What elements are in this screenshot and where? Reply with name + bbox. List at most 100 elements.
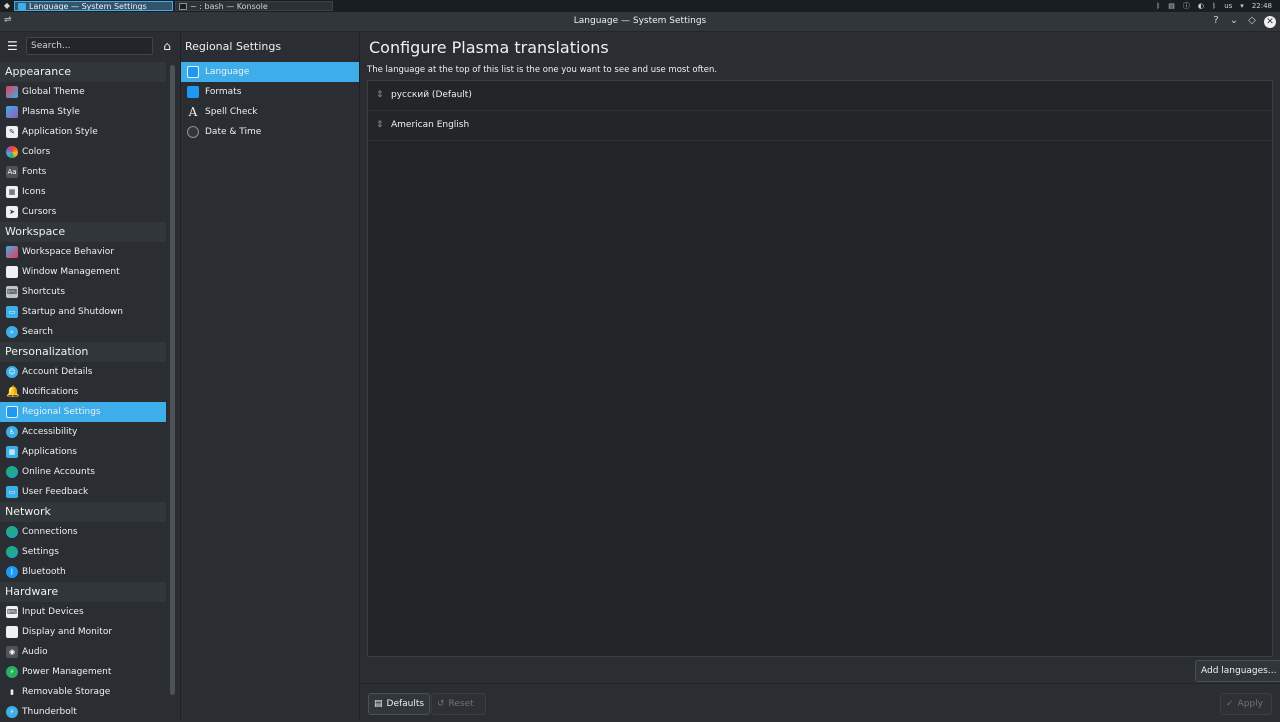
maximize-button[interactable]: ◇ <box>1246 14 1258 28</box>
reset-button[interactable]: ↺ Reset <box>431 693 486 715</box>
sidebar-item-removable-storage[interactable]: ▮ Removable Storage <box>0 682 166 702</box>
tray-expand-icon[interactable]: ▾ <box>1240 2 1244 10</box>
drag-handle-icon[interactable]: ⇕ <box>376 81 384 110</box>
sidebar-item-label: Cursors <box>22 207 57 217</box>
search-input[interactable] <box>26 37 153 55</box>
sidebar-item-label: Accessibility <box>22 427 78 437</box>
sidebar-item-display-monitor[interactable]: Display and Monitor <box>0 622 166 642</box>
sidebar-item-plasma-style[interactable]: Plasma Style <box>0 102 166 122</box>
workspace-behavior-icon <box>6 246 18 258</box>
hamburger-menu-icon[interactable]: ☰ <box>7 40 19 52</box>
subpanel-item-date-time[interactable]: Date & Time <box>181 122 359 142</box>
bluetooth-tray-icon[interactable]: ᛒ <box>1156 2 1160 10</box>
task-system-settings[interactable]: Language — System Settings <box>14 1 173 11</box>
divider <box>360 683 1280 684</box>
sidebar-item-label: Startup and Shutdown <box>22 307 123 317</box>
sidebar-item-label: Application Style <box>22 127 98 137</box>
sidebar-item-label: Audio <box>22 647 48 657</box>
language-icon <box>187 66 199 78</box>
notifications-tray-icon[interactable]: ⓘ <box>1183 1 1190 11</box>
shortcuts-icon: ⌨ <box>6 286 18 298</box>
sidebar-item-network-settings[interactable]: Settings <box>0 542 166 562</box>
display-monitor-icon <box>6 626 18 638</box>
sidebar-item-account-details[interactable]: ☺ Account Details <box>0 362 166 382</box>
help-button[interactable]: ? <box>1210 14 1222 28</box>
sidebar-item-regional-settings[interactable]: Regional Settings <box>0 402 166 422</box>
subpanel-item-label: Date & Time <box>205 127 262 137</box>
sidebar-item-input-devices[interactable]: ⌨ Input Devices <box>0 602 166 622</box>
sidebar-item-notifications[interactable]: 🔔 Notifications <box>0 382 166 402</box>
konsole-icon <box>179 3 187 10</box>
category-workspace: Workspace <box>0 222 166 242</box>
subpanel-item-formats[interactable]: Formats <box>181 82 359 102</box>
sidebar-item-power-management[interactable]: ⚡ Power Management <box>0 662 166 682</box>
subpanel-title: Regional Settings <box>185 40 282 53</box>
spell-check-icon: A <box>188 105 198 119</box>
sidebar-item-label: Shortcuts <box>22 287 66 297</box>
language-row[interactable]: ⇕ русский (Default) <box>368 81 1272 111</box>
sidebar-item-label: Notifications <box>22 387 79 397</box>
minimize-button[interactable]: ⌄ <box>1228 14 1240 28</box>
window-buttons: ? ⌄ ◇ ✕ <box>1210 14 1276 28</box>
category-appearance: Appearance <box>0 62 166 82</box>
application-style-icon: ✎ <box>6 126 18 138</box>
sidebar-item-label: Window Management <box>22 267 120 277</box>
sidebar-item-label: Regional Settings <box>22 407 101 417</box>
kde-launcher-icon[interactable]: ◆ <box>2 1 12 11</box>
sidebar-header: ☰ ⌂ <box>0 32 180 61</box>
keyboard-layout-indicator[interactable]: us <box>1224 2 1232 10</box>
apply-button[interactable]: ✓ Apply <box>1220 693 1272 715</box>
language-label: American English <box>391 120 470 130</box>
drag-handle-icon[interactable]: ⇕ <box>376 111 384 140</box>
sidebar-item-accessibility[interactable]: ♿ Accessibility <box>0 422 166 442</box>
sidebar-item-applications[interactable]: ▦ Applications <box>0 442 166 462</box>
sidebar-item-connections[interactable]: Connections <box>0 522 166 542</box>
home-icon[interactable]: ⌂ <box>160 39 174 53</box>
fonts-icon: Aa <box>6 166 18 178</box>
thunderbolt-icon: ⚡ <box>6 706 18 718</box>
removable-storage-icon: ▮ <box>10 688 14 696</box>
sidebar-item-label: Account Details <box>22 367 93 377</box>
sidebar-item-search[interactable]: ⌕ Search <box>0 322 166 342</box>
plasma-style-icon <box>6 106 18 118</box>
sidebar-item-audio[interactable]: ◉ Audio <box>0 642 166 662</box>
clock[interactable]: 22:48 <box>1252 2 1272 10</box>
defaults-label: Defaults <box>386 699 425 709</box>
sidebar-item-label: Icons <box>22 187 46 197</box>
subpanel-item-label: Language <box>205 67 250 77</box>
sidebar-item-online-accounts[interactable]: Online Accounts <box>0 462 166 482</box>
language-row[interactable]: ⇕ American English <box>368 111 1272 141</box>
sidebar-item-label: User Feedback <box>22 487 89 497</box>
sidebar-item-icons[interactable]: ▦ Icons <box>0 182 166 202</box>
sidebar-item-label: Display and Monitor <box>22 627 113 637</box>
formats-icon <box>187 86 199 98</box>
sidebar-item-user-feedback[interactable]: ▭ User Feedback <box>0 482 166 502</box>
sidebar-item-fonts[interactable]: Aa Fonts <box>0 162 166 182</box>
sidebar-item-bluetooth[interactable]: ᛒ Bluetooth <box>0 562 166 582</box>
category-network: Network <box>0 502 166 522</box>
sidebar-item-startup-shutdown[interactable]: ▭ Startup and Shutdown <box>0 302 166 322</box>
close-button[interactable]: ✕ <box>1264 15 1276 28</box>
sidebar-item-cursors[interactable]: ➤ Cursors <box>0 202 166 222</box>
defaults-icon: ▤ <box>374 699 383 709</box>
sidebar-item-global-theme[interactable]: Global Theme <box>0 82 166 102</box>
sidebar-item-application-style[interactable]: ✎ Application Style <box>0 122 166 142</box>
sidebar-item-label: Colors <box>22 147 51 157</box>
sidebar-item-label: Applications <box>22 447 77 457</box>
task-konsole[interactable]: ~ : bash — Konsole <box>175 1 333 11</box>
volume-tray-icon[interactable]: ◐ <box>1198 2 1204 10</box>
clipboard-tray-icon[interactable]: ▤ <box>1168 2 1175 10</box>
defaults-button[interactable]: ▤ Defaults <box>368 693 431 715</box>
sidebar-item-colors[interactable]: Colors <box>0 142 166 162</box>
sidebar-scrollbar[interactable] <box>170 65 175 695</box>
reset-icon: ↺ <box>437 699 445 709</box>
subpanel-item-spell-check[interactable]: A Spell Check <box>181 102 359 122</box>
add-languages-button[interactable]: Add languages... <box>1195 660 1280 682</box>
sidebar-item-shortcuts[interactable]: ⌨ Shortcuts <box>0 282 166 302</box>
bluetooth-status-icon[interactable]: ᛒ <box>1212 2 1216 10</box>
sidebar-item-thunderbolt[interactable]: ⚡ Thunderbolt <box>0 702 166 722</box>
subpanel-item-language[interactable]: Language <box>181 62 359 82</box>
sidebar-item-window-management[interactable]: Window Management <box>0 262 166 282</box>
sidebar-item-workspace-behavior[interactable]: Workspace Behavior <box>0 242 166 262</box>
sidebar: ☰ ⌂ Appearance Global Theme Plasma Style… <box>0 32 181 720</box>
